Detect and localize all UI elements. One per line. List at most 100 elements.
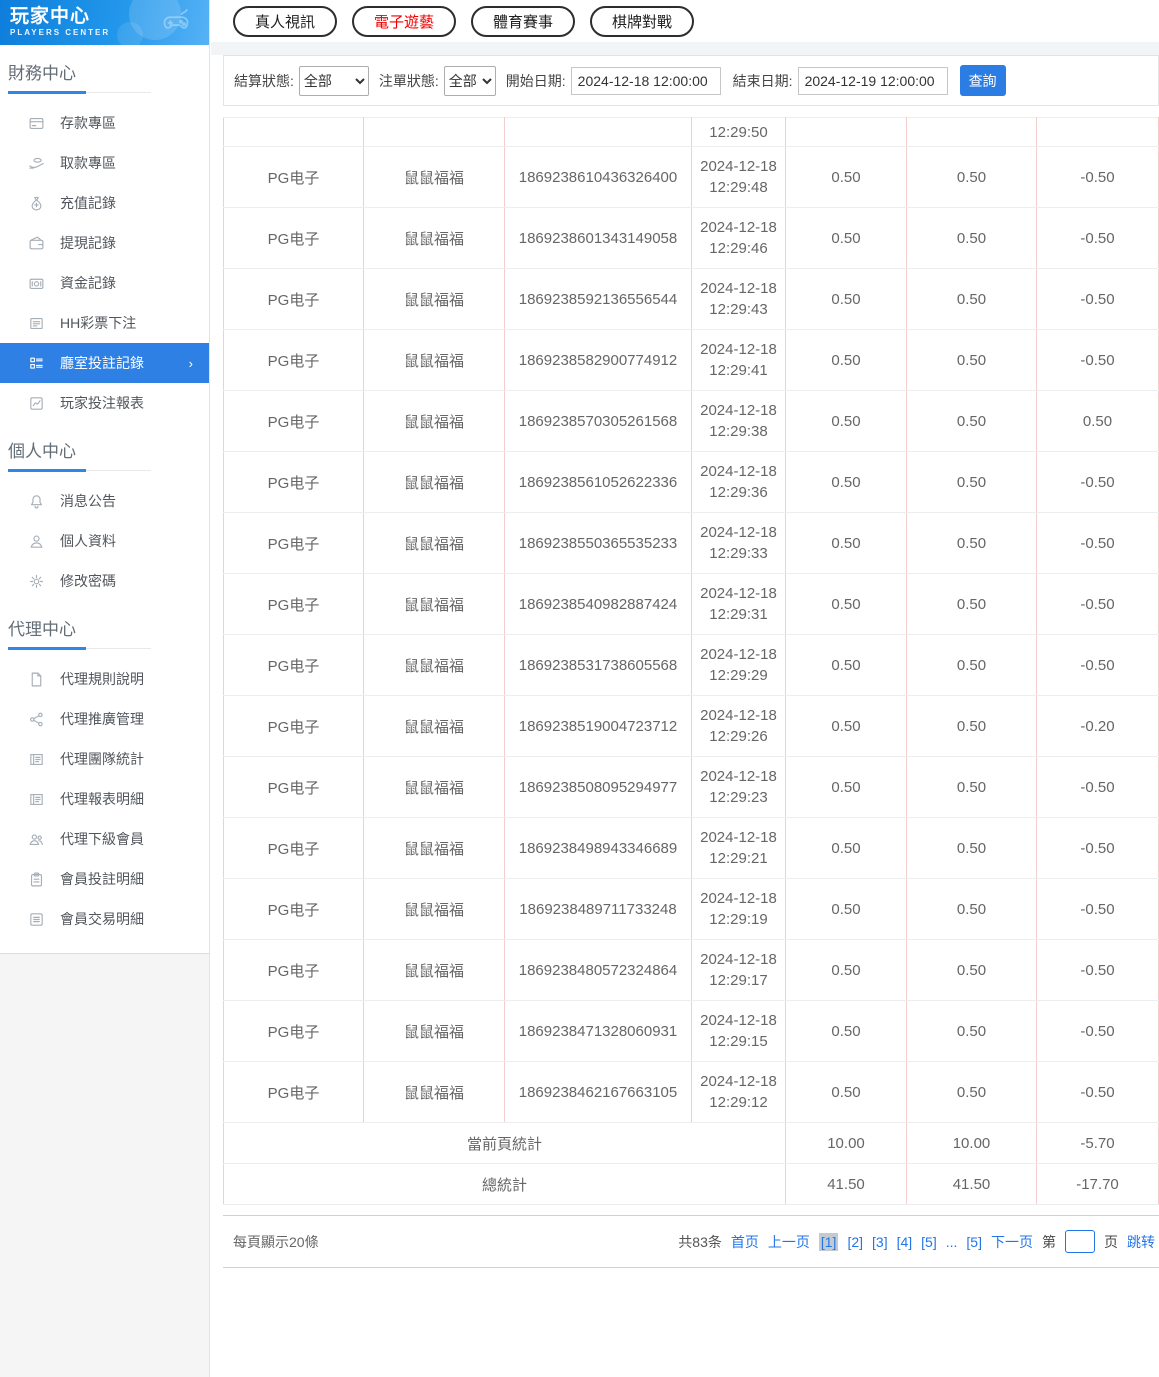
cell-order: 1869238462167663105 bbox=[504, 1061, 692, 1123]
cell-game: 鼠鼠福福 bbox=[363, 634, 505, 696]
sidebar-item-member-trade-detail[interactable]: 會員交易明細 bbox=[0, 899, 209, 939]
sidebar-item-label: 提現記錄 bbox=[60, 235, 116, 251]
cell-valid-bet: 0.50 bbox=[906, 878, 1037, 940]
cell-game: 鼠鼠福福 bbox=[363, 939, 505, 1001]
sidebar-item-agent-promotion[interactable]: 代理推廣管理 bbox=[0, 699, 209, 739]
cell-result: -0.50 bbox=[1036, 756, 1159, 818]
sidebar-item-room-bet-record[interactable]: 廳室投註記錄 › bbox=[0, 343, 209, 383]
bell-icon bbox=[28, 493, 45, 510]
cell-bet: 0.50 bbox=[785, 512, 907, 574]
sidebar-item-hh-lottery[interactable]: HH彩票下注 bbox=[0, 303, 209, 343]
sidebar-item-agent-rules[interactable]: 代理規則說明 bbox=[0, 659, 209, 699]
sidebar-item-label: 個人資料 bbox=[60, 533, 116, 549]
tab-sports[interactable]: 體育賽事 bbox=[471, 5, 576, 37]
cell-valid-bet: 0.50 bbox=[906, 634, 1037, 696]
sidebar-item-label: 會員交易明細 bbox=[60, 911, 144, 927]
cell-order: 1869238582900774912 bbox=[504, 329, 692, 391]
table-row: PG电子 鼠鼠福福 1869238519004723712 2024-12-18… bbox=[223, 695, 1159, 757]
sidebar-item-withdraw-record[interactable]: 提現記錄 bbox=[0, 223, 209, 263]
cell-provider: PG电子 bbox=[223, 573, 364, 635]
table-row: PG电子 鼠鼠福福 1869238610436326400 2024-12-18… bbox=[223, 146, 1159, 208]
next-page-link[interactable]: 下一页 bbox=[991, 1232, 1033, 1252]
cell-bet: 0.50 bbox=[785, 207, 907, 269]
chevron-right-icon: › bbox=[188, 355, 193, 371]
pagination-controls: 共83条 首页 上一页 [1] [2] [3] [4] [5] ... [5] … bbox=[678, 1230, 1155, 1253]
cell-valid-bet: 0.50 bbox=[906, 207, 1037, 269]
end-date-input[interactable] bbox=[797, 66, 948, 95]
summary-label: 總統計 bbox=[223, 1163, 786, 1205]
cell-bet: 0.50 bbox=[785, 329, 907, 391]
cell-result: -0.50 bbox=[1036, 878, 1159, 940]
cell-result: -0.50 bbox=[1036, 1000, 1159, 1062]
cell-result bbox=[1036, 117, 1159, 147]
cell-result: -0.50 bbox=[1036, 817, 1159, 879]
section-divider bbox=[8, 647, 151, 650]
sidebar-item-profile[interactable]: 個人資料 bbox=[0, 521, 209, 561]
cell-order: 1869238480572324864 bbox=[504, 939, 692, 1001]
page-link-3[interactable]: [3] bbox=[872, 1234, 888, 1250]
cell-order: 1869238489711733248 bbox=[504, 878, 692, 940]
sidebar-item-player-report[interactable]: 玩家投注報表 bbox=[0, 383, 209, 423]
cell-provider: PG电子 bbox=[223, 634, 364, 696]
bet-records-table: 12:29:50 PG电子 鼠鼠福福 1869238610436326400 2… bbox=[223, 117, 1159, 1205]
cell-order: 1869238498943346689 bbox=[504, 817, 692, 879]
cell-game: 鼠鼠福福 bbox=[363, 451, 505, 513]
cell-bet: 0.50 bbox=[785, 634, 907, 696]
table-row: PG电子 鼠鼠福福 1869238462167663105 2024-12-18… bbox=[223, 1061, 1159, 1123]
cell-order: 1869238531738605568 bbox=[504, 634, 692, 696]
order-status-select[interactable]: 全部 bbox=[443, 65, 496, 96]
cell-game: 鼠鼠福福 bbox=[363, 268, 505, 330]
cell-datetime: 2024-12-18 12:29:48 bbox=[691, 146, 786, 208]
sidebar-item-funds-record[interactable]: 資金記錄 bbox=[0, 263, 209, 303]
sidebar-item-recharge-record[interactable]: 充值記錄 bbox=[0, 183, 209, 223]
cell-game: 鼠鼠福福 bbox=[363, 573, 505, 635]
jump-button[interactable]: 跳转 bbox=[1127, 1232, 1155, 1252]
newspaper-icon bbox=[28, 791, 45, 808]
settle-status-select[interactable]: 全部 bbox=[298, 65, 369, 96]
cell-datetime: 2024-12-18 12:29:19 bbox=[691, 878, 786, 940]
sidebar-item-change-password[interactable]: 修改密碼 bbox=[0, 561, 209, 601]
sidebar-item-agent-report-detail[interactable]: 代理報表明細 bbox=[0, 779, 209, 819]
cell-provider: PG电子 bbox=[223, 146, 364, 208]
sidebar-item-notices[interactable]: 消息公告 bbox=[0, 481, 209, 521]
search-button[interactable]: 查詢 bbox=[959, 65, 1006, 96]
table-row: PG电子 鼠鼠福福 1869238582900774912 2024-12-18… bbox=[223, 329, 1159, 391]
table-body: PG电子 鼠鼠福福 1869238610436326400 2024-12-18… bbox=[223, 146, 1159, 1123]
main-content: 真人視訊 電子遊藝 體育賽事 棋牌對戰 結算狀態: 全部 注單狀態: 全部 開始… bbox=[211, 0, 1159, 1268]
pagination-bar: 每頁顯示20條 共83条 首页 上一页 [1] [2] [3] [4] [5] … bbox=[223, 1215, 1159, 1268]
section-title-finance: 財務中心 bbox=[8, 64, 76, 83]
prev-page-link[interactable]: 上一页 bbox=[768, 1232, 810, 1252]
cell-provider: PG电子 bbox=[223, 695, 364, 757]
cell-valid-bet: 0.50 bbox=[906, 573, 1037, 635]
page-link-4[interactable]: [4] bbox=[897, 1234, 913, 1250]
start-date-input[interactable] bbox=[570, 66, 721, 95]
wallet-icon bbox=[28, 235, 45, 252]
sidebar-item-withdraw[interactable]: 取款專區 bbox=[0, 143, 209, 183]
sidebar-item-label: 代理推廣管理 bbox=[60, 711, 144, 727]
page-link-5[interactable]: [5] bbox=[921, 1234, 937, 1250]
tab-electronic-games[interactable]: 電子遊藝 bbox=[352, 5, 457, 37]
table-row: PG电子 鼠鼠福福 1869238480572324864 2024-12-18… bbox=[223, 939, 1159, 1001]
jump-page-input[interactable] bbox=[1065, 1230, 1095, 1253]
sidebar-item-member-bet-detail[interactable]: 會員投註明細 bbox=[0, 859, 209, 899]
bet-record-list-icon bbox=[28, 355, 45, 372]
page-link-current[interactable]: [1] bbox=[818, 1232, 839, 1251]
last-page-number-link[interactable]: [5] bbox=[966, 1234, 982, 1250]
sidebar-item-agent-team-stats[interactable]: 代理團隊統計 bbox=[0, 739, 209, 779]
sidebar-item-agent-downline[interactable]: 代理下級會員 bbox=[0, 819, 209, 859]
cell-order: 1869238508095294977 bbox=[504, 756, 692, 818]
list-box-icon bbox=[28, 315, 45, 332]
sidebar-item-deposit[interactable]: 存款專區 bbox=[0, 103, 209, 143]
cell-game: 鼠鼠福福 bbox=[363, 146, 505, 208]
tab-board-card[interactable]: 棋牌對戰 bbox=[590, 5, 695, 37]
cell-game: 鼠鼠福福 bbox=[363, 1061, 505, 1123]
sidebar-item-label: 代理規則說明 bbox=[60, 671, 144, 687]
cell-order: 1869238592136556544 bbox=[504, 268, 692, 330]
page-link-2[interactable]: [2] bbox=[847, 1234, 863, 1250]
first-page-link[interactable]: 首页 bbox=[731, 1232, 759, 1252]
cell-bet: 0.50 bbox=[785, 390, 907, 452]
sidebar: 玩家中心 PLAYERS CENTER 財務中心 存款專區 取款專區 充值記錄 … bbox=[0, 0, 210, 1377]
tab-live-video[interactable]: 真人視訊 bbox=[233, 5, 338, 37]
sidebar-item-label: 代理下級會員 bbox=[60, 831, 144, 847]
sidebar-item-label: 會員投註明細 bbox=[60, 871, 144, 887]
